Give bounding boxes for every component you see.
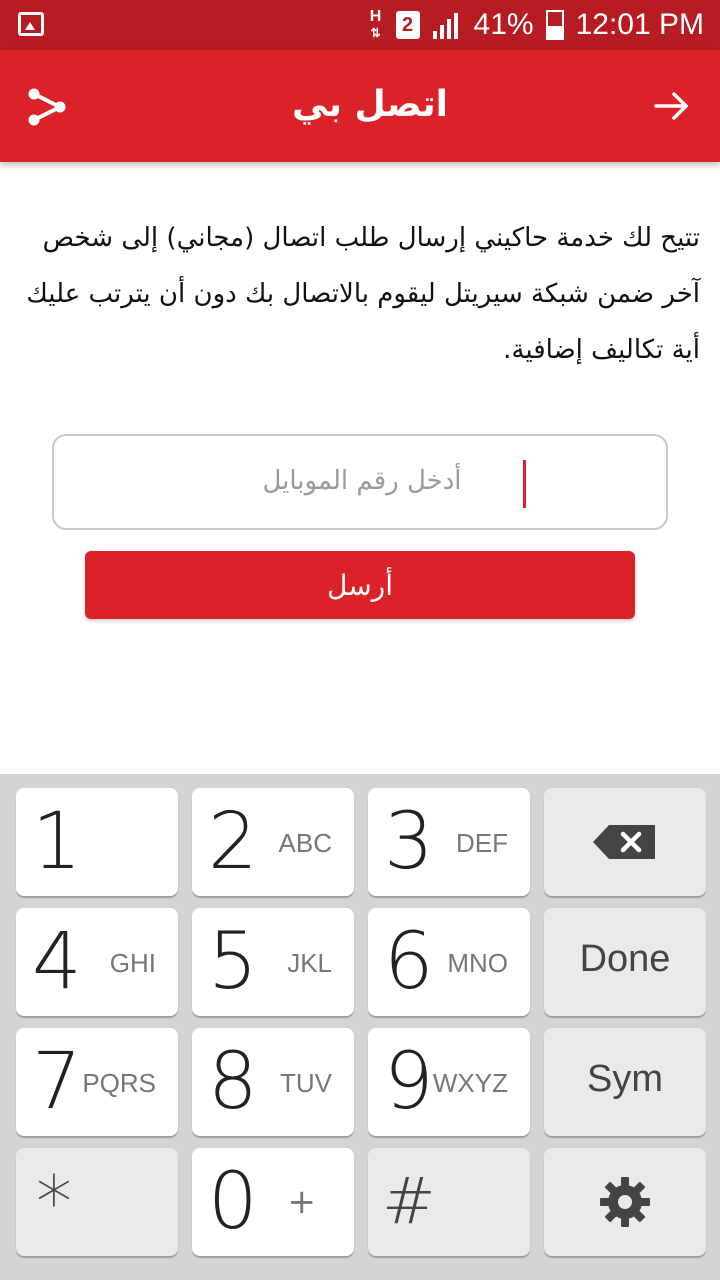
key-1[interactable]: 1 xyxy=(16,788,178,896)
key-digit: 4 xyxy=(32,917,82,1007)
clock: 12:01 PM xyxy=(575,8,704,41)
key-hash[interactable]: # xyxy=(368,1148,530,1256)
send-button[interactable]: أرسل xyxy=(85,551,635,619)
mobile-number-placeholder: أدخل رقم الموبايل xyxy=(262,466,462,496)
key-digit: 0 xyxy=(208,1157,258,1247)
backspace-icon xyxy=(593,825,655,859)
numeric-keyboard: 1 2 ABC 3 DEF 4 GHI 5 JKL 6 MNO Done 7 P… xyxy=(0,774,720,1280)
network-type-icon: H ⇅ xyxy=(369,8,382,41)
service-description: تتيح لك خدمة حاكيني إرسال طلب اتصال (مجا… xyxy=(26,223,700,365)
key-letters: TUV xyxy=(280,1068,332,1098)
key-digit: 9 xyxy=(384,1037,434,1127)
key-digit: * xyxy=(36,1160,72,1244)
key-0[interactable]: 0 + xyxy=(192,1148,354,1256)
key-3[interactable]: 3 DEF xyxy=(368,788,530,896)
signal-icon xyxy=(432,13,458,39)
key-asterisk[interactable]: * xyxy=(16,1148,178,1256)
key-letters: JKL xyxy=(287,948,332,978)
key-8[interactable]: 8 TUV xyxy=(192,1028,354,1136)
app-bar: اتصل بي xyxy=(0,50,720,162)
done-label: Done xyxy=(579,938,671,980)
key-9[interactable]: 9 WXYZ xyxy=(368,1028,530,1136)
key-letters: + xyxy=(287,1182,317,1222)
key-digit: 5 xyxy=(208,917,258,1007)
key-digit: 1 xyxy=(32,797,82,887)
key-2[interactable]: 2 ABC xyxy=(192,788,354,896)
mobile-number-input[interactable]: أدخل رقم الموبايل xyxy=(52,434,668,530)
key-digit: 7 xyxy=(32,1037,82,1127)
battery-percent: 41% xyxy=(473,8,534,41)
key-digit: 8 xyxy=(208,1037,258,1127)
sym-label: Sym xyxy=(587,1058,663,1100)
keyboard-settings-key[interactable] xyxy=(544,1148,706,1256)
backspace-key[interactable] xyxy=(544,788,706,896)
gear-icon xyxy=(600,1177,650,1227)
done-key[interactable]: Done xyxy=(544,908,706,1016)
key-letters: PQRS xyxy=(82,1068,156,1098)
key-letters: GHI xyxy=(109,948,156,978)
key-letters: MNO xyxy=(447,948,508,978)
sym-key[interactable]: Sym xyxy=(544,1028,706,1136)
key-digit: 6 xyxy=(384,917,434,1007)
key-letters: WXYZ xyxy=(432,1068,508,1098)
status-bar: H ⇅ 2 41% 12:01 PM xyxy=(0,0,720,50)
key-7[interactable]: 7 PQRS xyxy=(16,1028,178,1136)
key-digit: 2 xyxy=(208,797,258,887)
page-title: اتصل بي xyxy=(292,84,448,125)
battery-icon xyxy=(545,10,564,40)
key-5[interactable]: 5 JKL xyxy=(192,908,354,1016)
key-letters: DEF xyxy=(456,828,508,858)
sim-icon: 2 xyxy=(395,11,420,39)
key-4[interactable]: 4 GHI xyxy=(16,908,178,1016)
key-digit: 3 xyxy=(384,797,434,887)
arrow-forward-icon[interactable] xyxy=(652,86,692,126)
key-digit: # xyxy=(382,1165,436,1239)
key-letters: ABC xyxy=(278,828,332,858)
key-6[interactable]: 6 MNO xyxy=(368,908,530,1016)
text-cursor xyxy=(523,460,526,508)
gallery-notification-icon xyxy=(18,12,44,36)
